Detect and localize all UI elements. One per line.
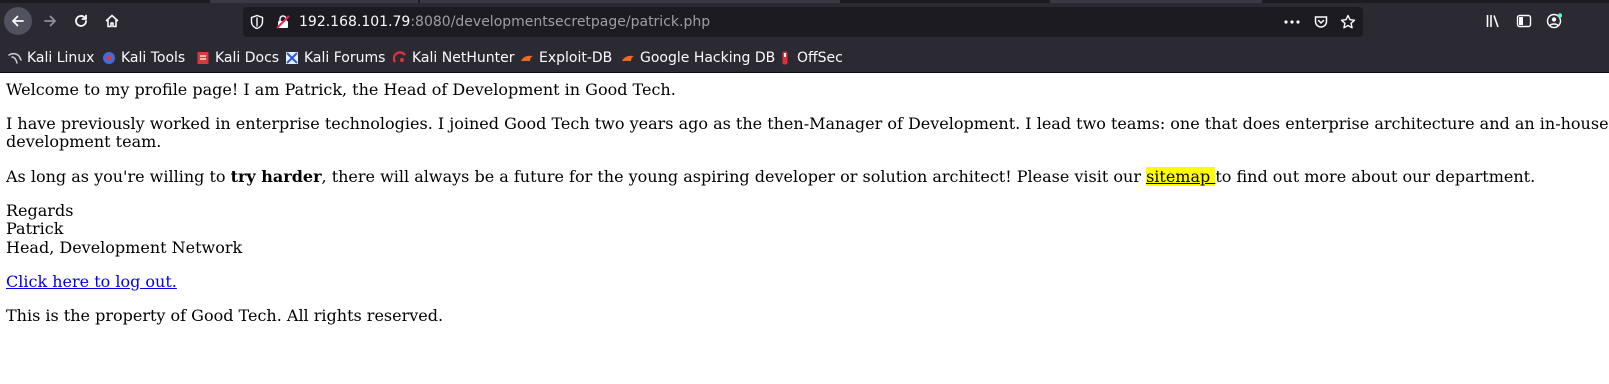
bio-line-1: I have previously worked in enterprise t… [6, 114, 1609, 133]
sitemap-link[interactable]: sitemap [1146, 167, 1216, 186]
insecure-lock-icon[interactable] [275, 14, 291, 30]
url-host: 192.168.101.79 [299, 14, 411, 30]
profile-icon[interactable] [1546, 13, 1562, 29]
tab[interactable] [420, 0, 840, 3]
exploit-db-icon [521, 55, 533, 61]
bookmark-kali-tools[interactable]: Kali Tools [102, 48, 185, 68]
bookmark-kali-forums[interactable]: Kali Forums [285, 48, 385, 68]
bookmark-star-icon[interactable] [1340, 14, 1356, 30]
home-icon [105, 14, 119, 28]
regards-text: Regards [6, 201, 74, 220]
welcome-text: Welcome to my profile page! I am Patrick… [6, 80, 676, 99]
kali-nethunter-icon [393, 51, 406, 63]
cta-pre: As long as you're willing to [6, 167, 231, 186]
bookmark-google-hacking-db[interactable]: Google Hacking DB [621, 48, 775, 68]
url-bar[interactable]: 192.168.101.79:8080/developmentsecretpag… [243, 7, 1363, 37]
back-icon [12, 15, 24, 27]
bookmark-offsec[interactable]: OffSec [778, 48, 843, 68]
url-text[interactable]: 192.168.101.79:8080/developmentsecretpag… [299, 7, 710, 37]
page-actions-icon[interactable] [1283, 14, 1301, 30]
url-path: :8080/developmentsecretpage/patrick.php [410, 14, 711, 30]
browser-toolbar: 192.168.101.79:8080/developmentsecretpag… [0, 0, 1609, 42]
kali-dragon-icon [8, 52, 22, 64]
bookmark-label: Kali Linux [27, 50, 95, 66]
home-button[interactable] [98, 7, 126, 35]
reload-icon [75, 14, 87, 27]
logout-link[interactable]: Click here to log out. [6, 272, 177, 291]
kali-docs-icon [197, 52, 209, 64]
pocket-icon[interactable] [1313, 14, 1329, 30]
bookmark-label: Google Hacking DB [640, 50, 776, 66]
bookmark-kali-nethunter[interactable]: Kali NetHunter [393, 48, 514, 68]
sidebar-icon[interactable] [1516, 13, 1532, 29]
signature-title: Head, Development Network [6, 238, 243, 257]
bookmark-exploit-db[interactable]: Exploit-DB [520, 48, 612, 68]
bookmark-label: Kali Tools [121, 50, 186, 66]
forward-icon [44, 15, 56, 27]
library-icon[interactable] [1485, 13, 1501, 29]
bookmark-label: Kali Docs [215, 50, 280, 66]
reload-button[interactable] [67, 7, 95, 35]
cta-post: to find out more about our department. [1215, 167, 1536, 186]
forward-button[interactable] [36, 7, 64, 35]
bookmark-label: OffSec [797, 50, 843, 66]
tab-strip [0, 0, 1609, 3]
call-to-action: As long as you're willing to try harder,… [6, 167, 1536, 186]
footer-text: This is the property of Good Tech. All r… [6, 306, 444, 325]
bookmark-label: Kali Forums [304, 50, 386, 66]
offsec-icon [782, 51, 788, 65]
cta-mid: , there will always be a future for the … [321, 167, 1147, 186]
kali-tools-icon [103, 52, 115, 64]
bookmark-kali-docs[interactable]: Kali Docs [196, 48, 279, 68]
shield-icon[interactable] [249, 14, 265, 30]
signature-name: Patrick [6, 219, 64, 238]
bookmarks-toolbar: Kali Linux Kali Tools Kali Docs Kali For… [0, 42, 1609, 73]
kali-forums-icon [286, 52, 298, 64]
bookmark-kali-linux[interactable]: Kali Linux [8, 48, 94, 68]
bookmark-label: Kali NetHunter [412, 50, 515, 66]
google-hacking-db-icon [622, 55, 634, 61]
page-body: Welcome to my profile page! I am Patrick… [0, 73, 1609, 384]
back-button[interactable] [4, 7, 32, 35]
bookmark-label: Exploit-DB [539, 50, 613, 66]
tab[interactable] [210, 0, 418, 3]
tab[interactable] [1050, 0, 1262, 3]
bio-line-2: development team. [6, 132, 162, 151]
cta-bold: try harder [230, 167, 322, 186]
